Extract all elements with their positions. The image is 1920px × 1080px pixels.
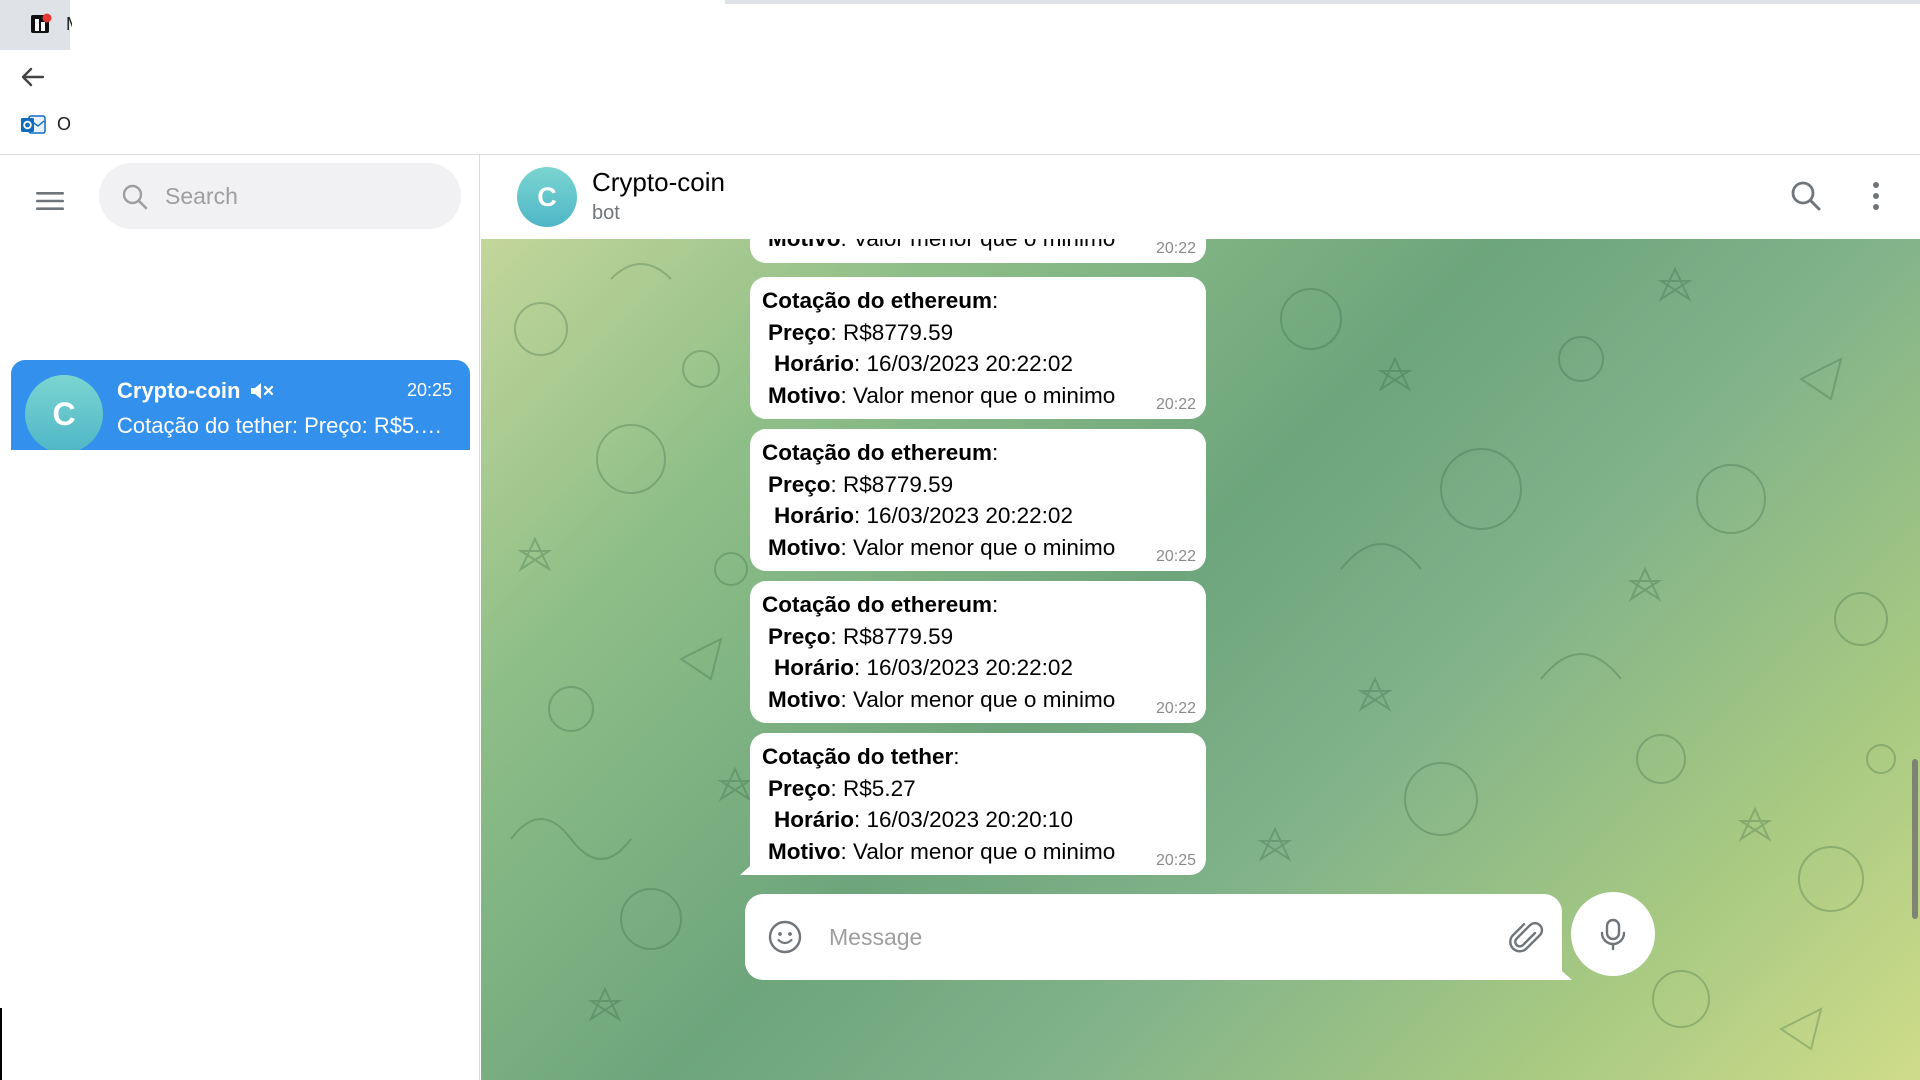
chat-preview: Cotação do tether: Preço: R$5.27 Horário… xyxy=(117,413,453,438)
hamburger-menu-icon[interactable] xyxy=(28,179,72,223)
search-input[interactable] xyxy=(165,163,445,229)
heading-suffix: : xyxy=(992,592,999,617)
tab-title: M xyxy=(66,14,72,35)
microphone-icon xyxy=(1600,918,1626,951)
avatar: C xyxy=(25,375,103,450)
reason-label: Motivo xyxy=(768,239,841,251)
message-composer xyxy=(745,894,1562,980)
chat-subtitle: bot xyxy=(592,202,620,224)
muted-speaker-icon xyxy=(251,383,274,399)
heading-suffix: : xyxy=(992,288,999,313)
time-value: : 16/03/2023 20:22:02 xyxy=(854,351,1073,376)
message-line-reason: Motivo: Valor menor que o minimo xyxy=(762,532,1194,564)
search-icon xyxy=(122,184,148,210)
message-time: 20:22 xyxy=(1155,700,1196,717)
price-label: Preço xyxy=(768,319,831,345)
window-edge xyxy=(0,1008,2,1080)
more-vertical-icon[interactable] xyxy=(1857,177,1895,215)
chat-list-sidebar: C Crypto-coin 20:25 Cotação do tether: P… xyxy=(0,155,480,1080)
reason-value: : Valor menor que o minimo xyxy=(840,838,1116,864)
message-line-reason: Motivo: Valor menor que o minimo xyxy=(762,836,1194,868)
message-line-price: Preço: R$8779.59 xyxy=(762,621,1194,653)
message-line-price: Preço: R$8779.59 xyxy=(762,317,1194,349)
message-line-time: Horário: 16/03/2023 20:22:02 xyxy=(762,348,1194,380)
reason-value: : Valor menor que o minimo xyxy=(840,382,1116,408)
message-line-price: Preço: R$5.27 xyxy=(762,773,1194,805)
scrollbar-thumb[interactable] xyxy=(1912,759,1918,919)
time-label: Horário xyxy=(774,655,855,680)
tab-favicon-icon xyxy=(31,13,52,33)
chat-list-item-crypto-coin[interactable]: C Crypto-coin 20:25 Cotação do tether: P… xyxy=(11,360,470,450)
heading-suffix: : xyxy=(992,440,999,465)
time-value: : 16/03/2023 20:22:02 xyxy=(854,655,1073,680)
arrow-left-icon[interactable] xyxy=(18,62,48,92)
message-bubble-partial[interactable]: Motivo: Valor menor que o minimo 20:22 xyxy=(750,239,1206,263)
reason-value: : Valor menor que o minimo xyxy=(840,534,1116,560)
avatar[interactable]: C xyxy=(517,167,577,227)
chat-time: 20:25 xyxy=(406,380,452,400)
microphone-button[interactable] xyxy=(1571,892,1655,976)
price-label: Preço xyxy=(768,471,831,497)
price-value: : R$8779.59 xyxy=(830,319,954,345)
time-label: Horário xyxy=(774,503,855,528)
message-input[interactable] xyxy=(829,894,1469,980)
message-line-time: Horário: 16/03/2023 20:22:02 xyxy=(762,652,1194,684)
reason-label: Motivo xyxy=(768,534,841,560)
message-time: 20:25 xyxy=(1155,852,1196,869)
search-box[interactable] xyxy=(99,163,461,229)
message-line-time: Horário: 16/03/2023 20:20:10 xyxy=(762,804,1194,836)
price-value: : R$5.27 xyxy=(830,775,916,801)
browser-chrome: M O xyxy=(0,0,1920,154)
chat-title[interactable]: Crypto-coin xyxy=(592,167,725,198)
message-bubble[interactable]: Cotação do ethereum: Preço: R$8779.59 Ho… xyxy=(750,277,1206,419)
time-label: Horário xyxy=(774,351,855,376)
bookmark-label[interactable]: O xyxy=(57,114,71,135)
reason-label: Motivo xyxy=(768,686,841,712)
search-icon[interactable] xyxy=(1787,177,1825,215)
chat-header[interactable]: C Crypto-coin bot xyxy=(481,155,1920,239)
message-time: 20:22 xyxy=(1155,240,1196,257)
message-bubble[interactable]: Cotação do ethereum: Preço: R$8779.59 Ho… xyxy=(750,429,1206,571)
telegram-web-app: M O xyxy=(0,0,1920,1080)
message-line-reason: Motivo: Valor menor que o minimo xyxy=(762,684,1194,716)
browser-tab[interactable]: M xyxy=(0,0,72,50)
message-time: 20:22 xyxy=(1155,548,1196,565)
price-label: Preço xyxy=(768,623,831,649)
reason-label: Motivo xyxy=(768,382,841,408)
chat-name: Crypto-coin xyxy=(117,378,241,403)
time-value: : 16/03/2023 20:22:02 xyxy=(854,503,1073,528)
message-line-reason: Motivo: Valor menor que o minimo xyxy=(762,380,1194,412)
price-value: : R$8779.59 xyxy=(830,471,954,497)
message-heading: Cotação do ethereum: xyxy=(762,589,1194,621)
message-bubble[interactable]: Cotação do tether: Preço: R$5.27 Horário… xyxy=(750,733,1206,875)
price-label: Preço xyxy=(768,775,831,801)
message-line-time: Horário: 16/03/2023 20:22:02 xyxy=(762,500,1194,532)
reason-value: : Valor menor que o minimo xyxy=(841,239,1116,251)
heading-suffix: : xyxy=(953,744,960,769)
message-time: 20:22 xyxy=(1155,396,1196,413)
message-bubble[interactable]: Cotação do ethereum: Preço: R$8779.59 Ho… xyxy=(750,581,1206,723)
message-line-price: Preço: R$8779.59 xyxy=(762,469,1194,501)
message-heading: Cotação do ethereum: xyxy=(762,285,1194,317)
chat-messages-area[interactable]: Motivo: Valor menor que o minimo 20:22 C… xyxy=(481,239,1920,1080)
heading-label: Cotação do tether xyxy=(762,744,954,769)
tab-strip-gap xyxy=(380,0,725,4)
message-heading: Cotação do ethereum: xyxy=(762,437,1194,469)
heading-label: Cotação do ethereum xyxy=(762,440,993,465)
paperclip-icon[interactable] xyxy=(1507,918,1545,956)
message-heading: Cotação do tether: xyxy=(762,741,1194,773)
time-value: : 16/03/2023 20:20:10 xyxy=(854,807,1073,832)
time-label: Horário xyxy=(774,807,855,832)
price-value: : R$8779.59 xyxy=(830,623,954,649)
smiley-icon[interactable] xyxy=(767,919,803,955)
reason-value: : Valor menor que o minimo xyxy=(840,686,1116,712)
heading-label: Cotação do ethereum xyxy=(762,592,993,617)
outlook-icon[interactable] xyxy=(20,113,46,137)
reason-label: Motivo xyxy=(768,838,841,864)
hamburger-lines xyxy=(36,192,64,210)
message-line-reason: Motivo: Valor menor que o minimo xyxy=(768,239,1115,255)
heading-label: Cotação do ethereum xyxy=(762,288,993,313)
